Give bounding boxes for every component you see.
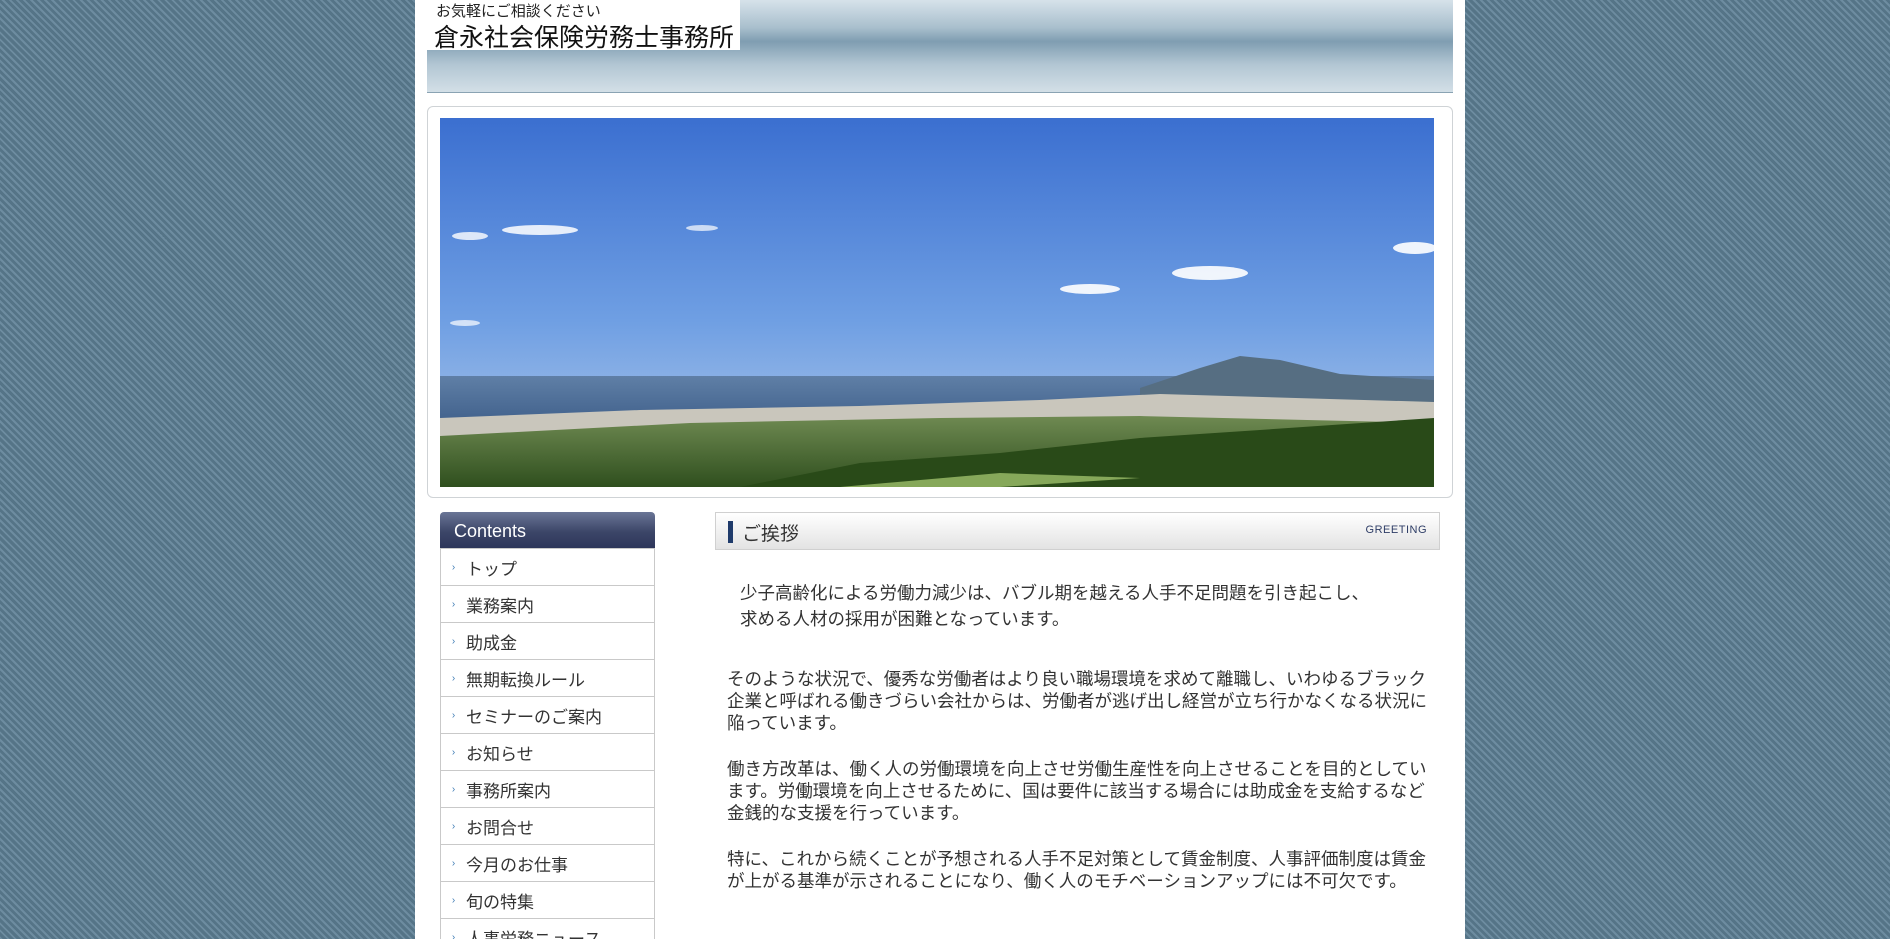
- sidebar-item-label: お問合せ: [466, 818, 534, 838]
- chevron-right-icon: ›: [451, 561, 456, 573]
- chevron-right-icon: ›: [451, 857, 456, 869]
- sidebar-item-top[interactable]: › トップ: [440, 548, 655, 586]
- sidebar-title: Contents: [440, 512, 655, 548]
- sidebar-nav: Contents › トップ › 業務案内 › 助成金 › 無期転換ルール › …: [440, 512, 655, 939]
- sidebar-item-label: 助成金: [466, 633, 517, 653]
- greeting-title: ご挨拶: [742, 524, 800, 545]
- greeting-paragraph: 特に、これから続くことが予想される人手不足対策として賃金制度、人事評価制度は賃金…: [727, 849, 1426, 891]
- sidebar-item-label: 事務所案内: [466, 781, 551, 801]
- site-header: お気軽にご相談ください 倉永社会保険労務士事務所: [427, 0, 1453, 93]
- chevron-right-icon: ›: [451, 672, 456, 684]
- sidebar-item-conversion-rule[interactable]: › 無期転換ルール: [440, 660, 655, 697]
- hero-image: [440, 118, 1434, 487]
- hero-frame: [427, 106, 1453, 498]
- sidebar-item-label: 無期転換ルール: [466, 670, 585, 690]
- sidebar-item-label: お知らせ: [466, 744, 534, 764]
- greeting-content: 少子高齢化による労働力減少は、バブル期を越える人手不足問題を引き起こし、求める人…: [727, 580, 1427, 892]
- greeting-heading-bar: ご挨拶 GREETING: [715, 512, 1440, 550]
- landscape-photo: [440, 118, 1434, 487]
- chevron-right-icon: ›: [451, 635, 456, 647]
- site-title: 倉永社会保険労務士事務所: [434, 24, 735, 52]
- chevron-right-icon: ›: [451, 598, 456, 610]
- sidebar-item-label: 人事労務ニュース: [466, 929, 602, 939]
- heading-accent: [728, 521, 733, 543]
- sidebar-item-seminars[interactable]: › セミナーのご案内: [440, 697, 655, 734]
- greeting-paragraph: 働き方改革は、働く人の労働環境を向上させ労働生産性を向上させることを目的としてい…: [727, 759, 1427, 823]
- chevron-right-icon: ›: [451, 746, 456, 758]
- sidebar-item-label: 旬の特集: [466, 892, 534, 912]
- greeting-en-label: GREETING: [1365, 524, 1427, 536]
- sidebar-item-label: トップ: [466, 559, 517, 579]
- sidebar-item-label: 業務案内: [466, 596, 534, 616]
- chevron-right-icon: ›: [451, 709, 456, 721]
- chevron-right-icon: ›: [451, 931, 456, 939]
- sidebar-item-news[interactable]: › お知らせ: [440, 734, 655, 771]
- greeting-paragraph: 少子高齢化による労働力減少は、バブル期を越える人手不足問題を引き起こし、求める人…: [740, 583, 1369, 629]
- chevron-right-icon: ›: [451, 820, 456, 832]
- sidebar-item-monthly-work[interactable]: › 今月のお仕事: [440, 845, 655, 882]
- site-logo[interactable]: お気軽にご相談ください 倉永社会保険労務士事務所: [427, 0, 740, 52]
- sidebar-item-office[interactable]: › 事務所案内: [440, 771, 655, 808]
- sidebar-item-label: セミナーのご案内: [466, 707, 602, 727]
- sidebar-item-label: 今月のお仕事: [466, 855, 568, 875]
- chevron-right-icon: ›: [451, 894, 456, 906]
- sidebar-item-subsidies[interactable]: › 助成金: [440, 623, 655, 660]
- sidebar-item-hr-news[interactable]: › 人事労務ニュース: [440, 919, 655, 939]
- greeting-paragraph: そのような状況で、優秀な労働者はより良い職場環境を求めて離職し、いわゆるブラック…: [727, 669, 1427, 733]
- page-container: お気軽にご相談ください 倉永社会保険労務士事務所 Contents › トップ …: [415, 0, 1465, 939]
- sidebar-item-services[interactable]: › 業務案内: [440, 586, 655, 623]
- sidebar-item-feature[interactable]: › 旬の特集: [440, 882, 655, 919]
- sidebar-item-contact[interactable]: › お問合せ: [440, 808, 655, 845]
- chevron-right-icon: ›: [451, 783, 456, 795]
